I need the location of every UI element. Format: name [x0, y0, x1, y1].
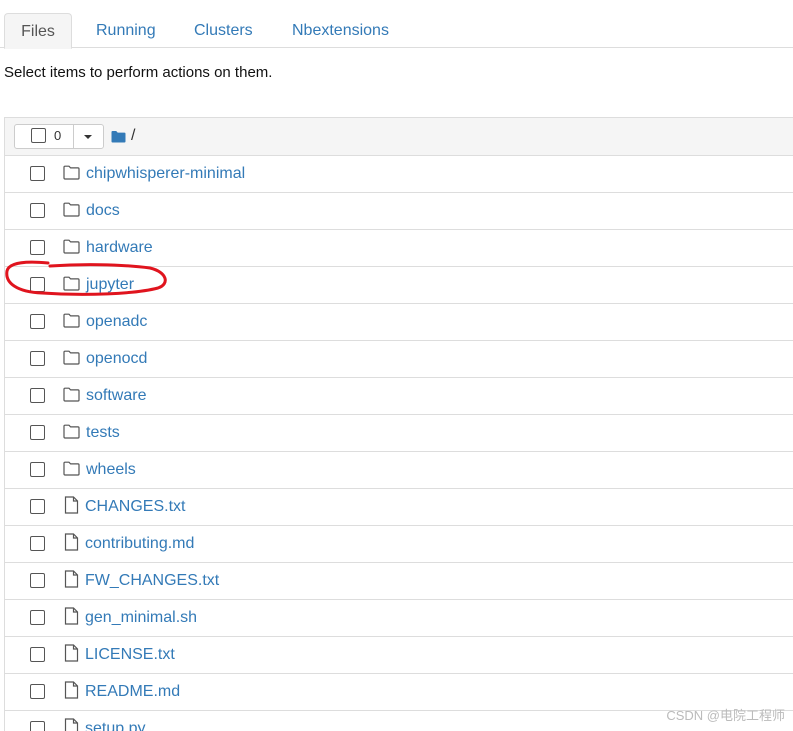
tab-bar-divider	[0, 47, 793, 48]
select-all-button[interactable]: 0	[15, 125, 74, 148]
file-icon	[64, 533, 82, 551]
folder-icon	[63, 276, 81, 294]
list-item: jupyter	[5, 267, 793, 304]
tab-running[interactable]: Running	[86, 13, 166, 47]
item-checkbox[interactable]	[30, 647, 45, 662]
item-link[interactable]: hardware	[86, 239, 153, 257]
item-checkbox[interactable]	[30, 277, 45, 292]
item-link[interactable]: CHANGES.txt	[85, 498, 185, 516]
list-item: docs	[5, 193, 793, 230]
folder-icon	[63, 387, 81, 405]
list-item: openadc	[5, 304, 793, 341]
list-item: hardware	[5, 230, 793, 267]
selection-hint: Select items to perform actions on them.	[4, 64, 273, 81]
item-link[interactable]: jupyter	[86, 276, 134, 294]
item-checkbox[interactable]	[30, 240, 45, 255]
list-item: contributing.md	[5, 526, 793, 563]
list-item: CHANGES.txt	[5, 489, 793, 526]
item-checkbox[interactable]	[30, 351, 45, 366]
tab-files[interactable]: Files	[4, 13, 72, 49]
select-all-control: 0	[14, 124, 104, 149]
list-item: openocd	[5, 341, 793, 378]
item-checkbox[interactable]	[30, 462, 45, 477]
list-item: chipwhisperer-minimal	[5, 156, 793, 193]
list-item: tests	[5, 415, 793, 452]
list-item: software	[5, 378, 793, 415]
breadcrumb-root[interactable]: /	[131, 127, 135, 145]
item-link[interactable]: FW_CHANGES.txt	[85, 572, 219, 590]
tab-clusters[interactable]: Clusters	[184, 13, 263, 47]
tab-bar: Files Running Clusters Nbextensions	[0, 0, 793, 49]
item-checkbox[interactable]	[30, 425, 45, 440]
folder-icon	[63, 461, 81, 479]
item-list: chipwhisperer-minimal docs hardware jupyter…	[5, 156, 793, 731]
tab-nbextensions[interactable]: Nbextensions	[282, 13, 399, 47]
file-icon	[64, 570, 82, 588]
item-link[interactable]: openocd	[86, 350, 147, 368]
folder-icon	[63, 239, 81, 257]
item-checkbox[interactable]	[30, 684, 45, 699]
folder-icon	[63, 313, 81, 331]
item-link[interactable]: openadc	[86, 313, 147, 331]
item-checkbox[interactable]	[30, 314, 45, 329]
file-icon	[64, 496, 82, 514]
caret-down-icon	[84, 135, 92, 139]
item-link[interactable]: docs	[86, 202, 120, 220]
item-checkbox[interactable]	[30, 573, 45, 588]
selected-count: 0	[54, 128, 62, 143]
item-link[interactable]: gen_minimal.sh	[85, 609, 197, 627]
item-checkbox[interactable]	[30, 499, 45, 514]
item-link[interactable]: setup.py	[85, 720, 145, 731]
listing-toolbar: 0 /	[5, 118, 793, 156]
list-item: FW_CHANGES.txt	[5, 563, 793, 600]
item-link[interactable]: contributing.md	[85, 535, 194, 553]
folder-icon	[63, 424, 81, 442]
item-checkbox[interactable]	[30, 721, 45, 731]
breadcrumb[interactable]: /	[111, 126, 135, 146]
item-checkbox[interactable]	[30, 388, 45, 403]
file-icon	[64, 718, 82, 731]
folder-icon	[111, 130, 126, 143]
folder-icon	[63, 350, 81, 368]
list-item: LICENSE.txt	[5, 637, 793, 674]
list-item: wheels	[5, 452, 793, 489]
item-checkbox[interactable]	[30, 203, 45, 218]
item-link[interactable]: README.md	[85, 683, 180, 701]
folder-icon	[63, 202, 81, 220]
list-item: gen_minimal.sh	[5, 600, 793, 637]
item-link[interactable]: chipwhisperer-minimal	[86, 165, 245, 183]
select-options-dropdown[interactable]	[74, 125, 103, 148]
file-icon	[64, 607, 82, 625]
file-listing: 0 / chipwhisperer-minimal docs hardware jup…	[4, 117, 793, 731]
item-link[interactable]: wheels	[86, 461, 136, 479]
item-checkbox[interactable]	[30, 536, 45, 551]
item-link[interactable]: LICENSE.txt	[85, 646, 175, 664]
watermark: CSDN @电院工程师	[666, 708, 785, 723]
item-link[interactable]: tests	[86, 424, 120, 442]
item-link[interactable]: software	[86, 387, 146, 405]
folder-icon	[63, 165, 81, 183]
select-all-checkbox[interactable]	[31, 128, 46, 143]
item-checkbox[interactable]	[30, 610, 45, 625]
file-icon	[64, 644, 82, 662]
file-icon	[64, 681, 82, 699]
item-checkbox[interactable]	[30, 166, 45, 181]
